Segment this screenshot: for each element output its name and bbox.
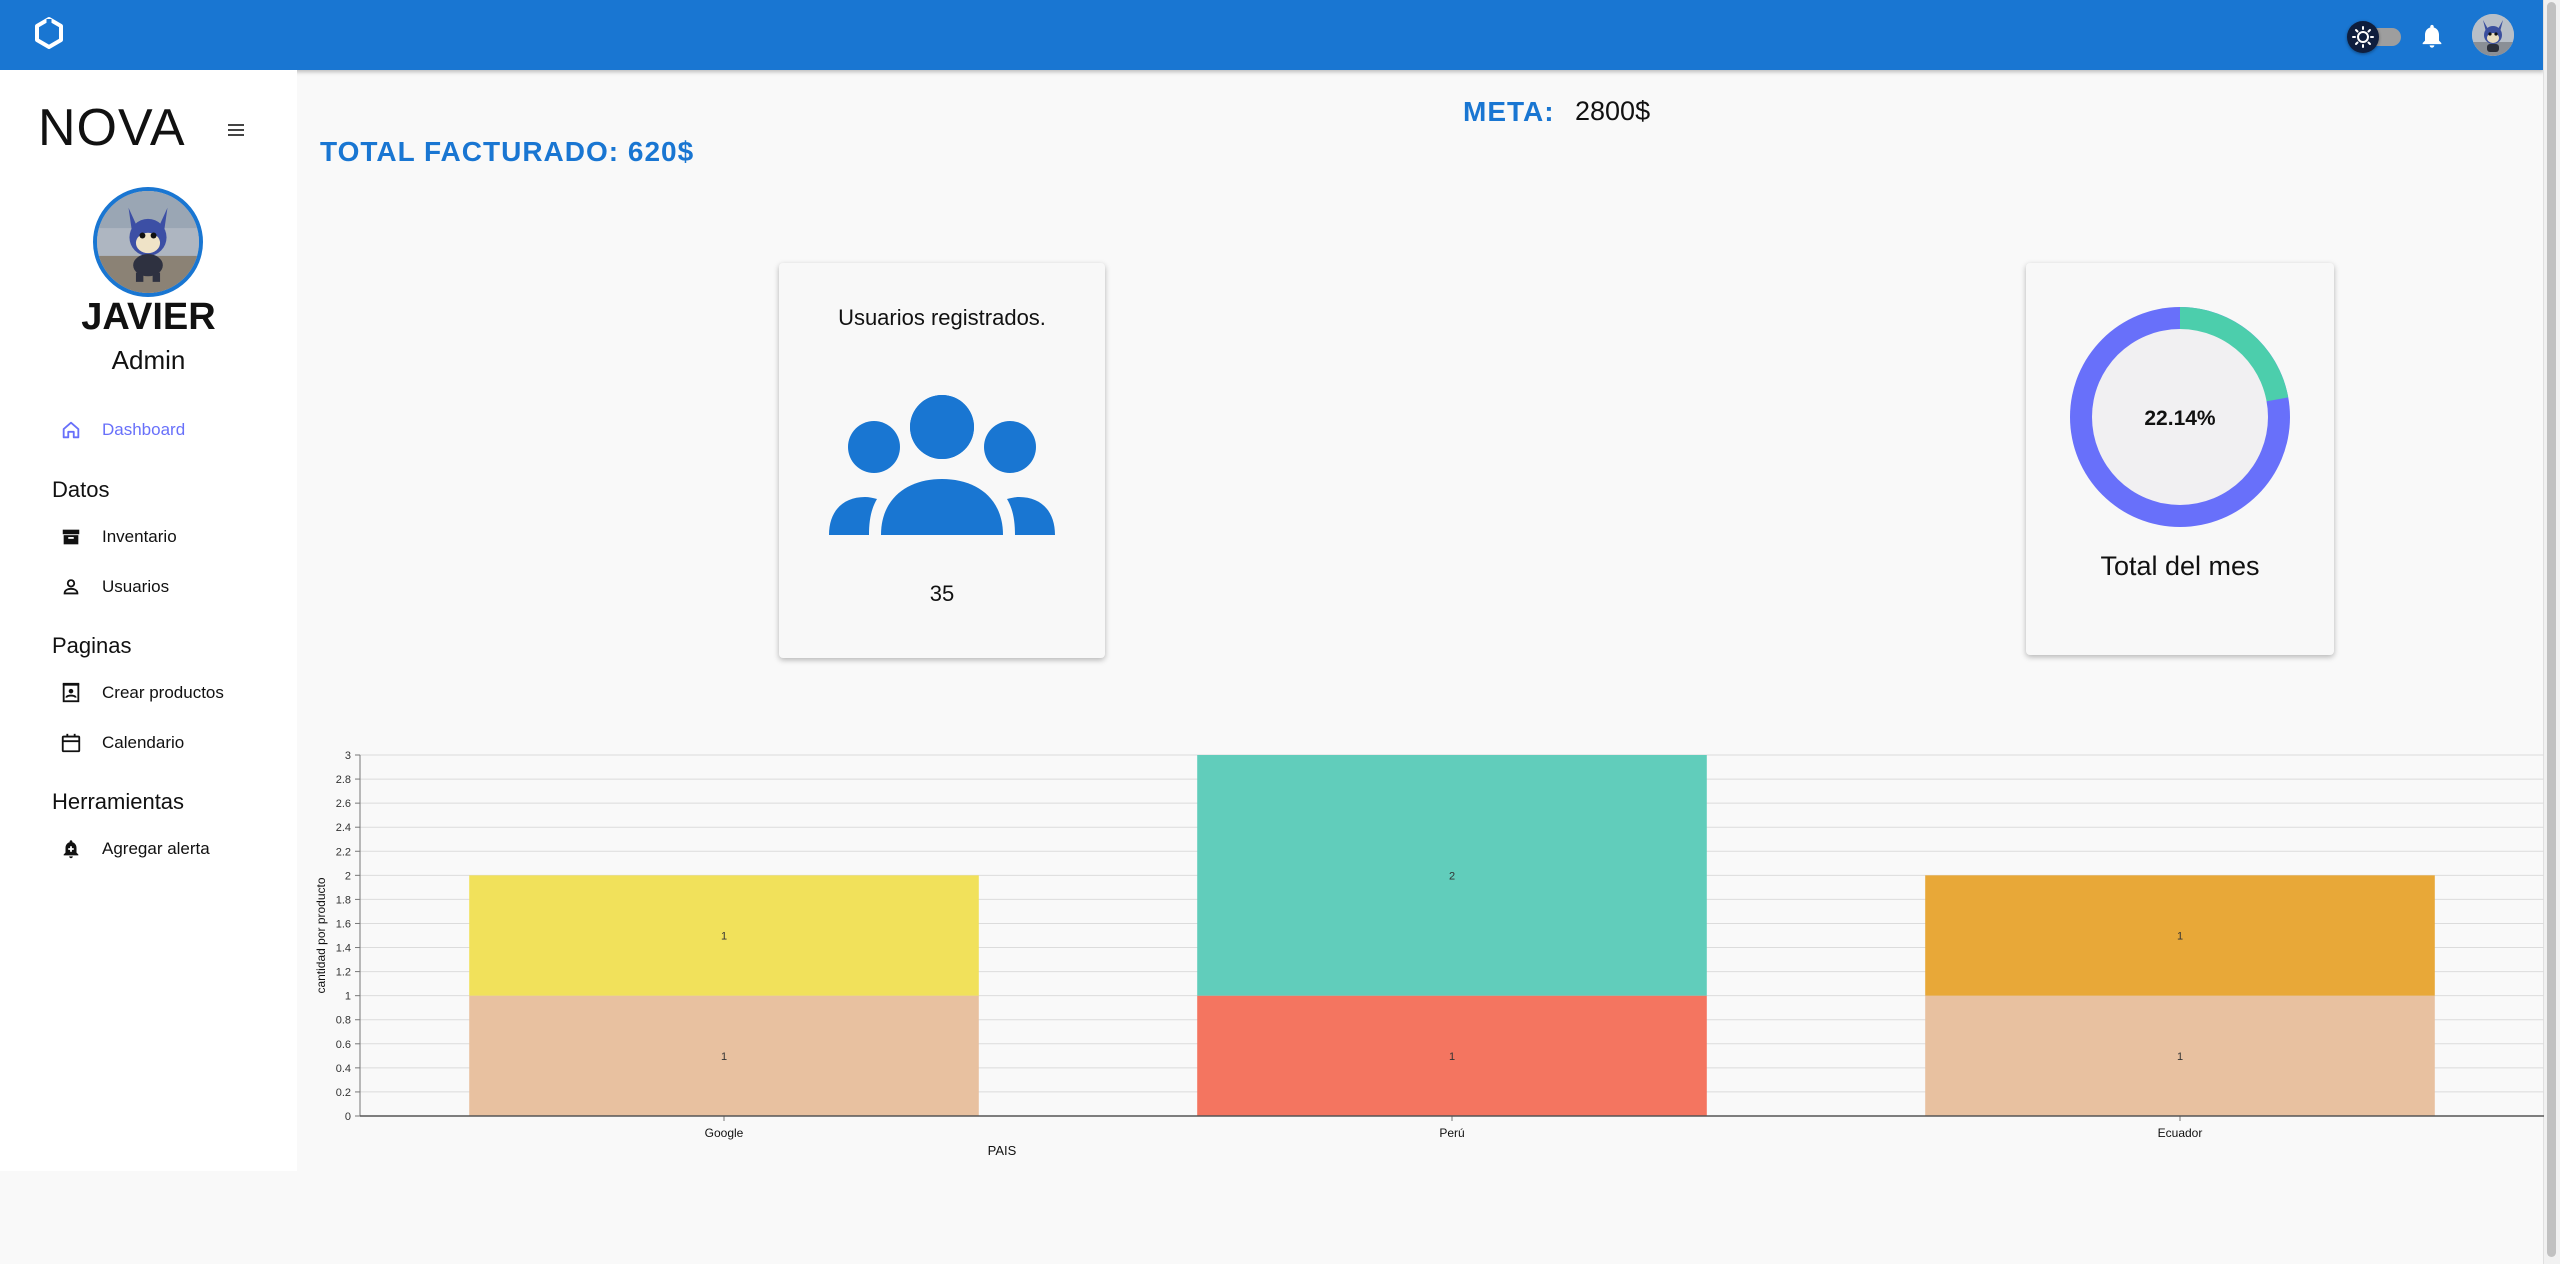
y-tick-label: 1.8 bbox=[336, 894, 351, 906]
bar-value-label: 2 bbox=[1449, 870, 1455, 882]
bar-chart: 0 0.2 0.4 0.6 0.8 1 1.2 1.4 1.6 1.8 2 2.2 2.4 2.6 2.8 3… bbox=[314, 750, 2544, 1158]
y-tick-label: 2.8 bbox=[336, 774, 351, 786]
y-tick-label: 1 bbox=[345, 991, 351, 1003]
y-tick-label: 2 bbox=[345, 870, 351, 882]
y-tick-label: 1.4 bbox=[336, 943, 351, 955]
y-tick-label: 0.8 bbox=[336, 1015, 351, 1027]
y-tick-label: 0.4 bbox=[336, 1063, 351, 1075]
bar-value-label: 1 bbox=[721, 931, 727, 943]
y-tick-label: 2.6 bbox=[336, 798, 351, 810]
y-tick-label: 1.2 bbox=[336, 967, 351, 979]
y-tick-label: 3 bbox=[345, 750, 351, 762]
bar-value-label: 1 bbox=[1449, 1051, 1455, 1063]
y-tick-label: 0.6 bbox=[336, 1039, 351, 1051]
y-tick-label: 2.4 bbox=[336, 822, 351, 834]
x-tick-label: Perú bbox=[1439, 1126, 1464, 1140]
y-tick-label: 0 bbox=[345, 1111, 351, 1123]
y-tick-label: 1.6 bbox=[336, 918, 351, 930]
x-tick-label: Ecuador bbox=[2158, 1126, 2203, 1140]
y-tick-label: 2.2 bbox=[336, 846, 351, 858]
bar-value-label: 1 bbox=[2177, 931, 2183, 943]
bar-value-label: 1 bbox=[2177, 1051, 2183, 1063]
y-axis-title: cantidad por producto bbox=[314, 877, 328, 993]
x-axis-title: PAIS bbox=[988, 1143, 1017, 1158]
y-tick-label: 0.2 bbox=[336, 1087, 351, 1099]
x-tick-label: Google bbox=[705, 1126, 744, 1140]
bar-value-label: 1 bbox=[721, 1051, 727, 1063]
